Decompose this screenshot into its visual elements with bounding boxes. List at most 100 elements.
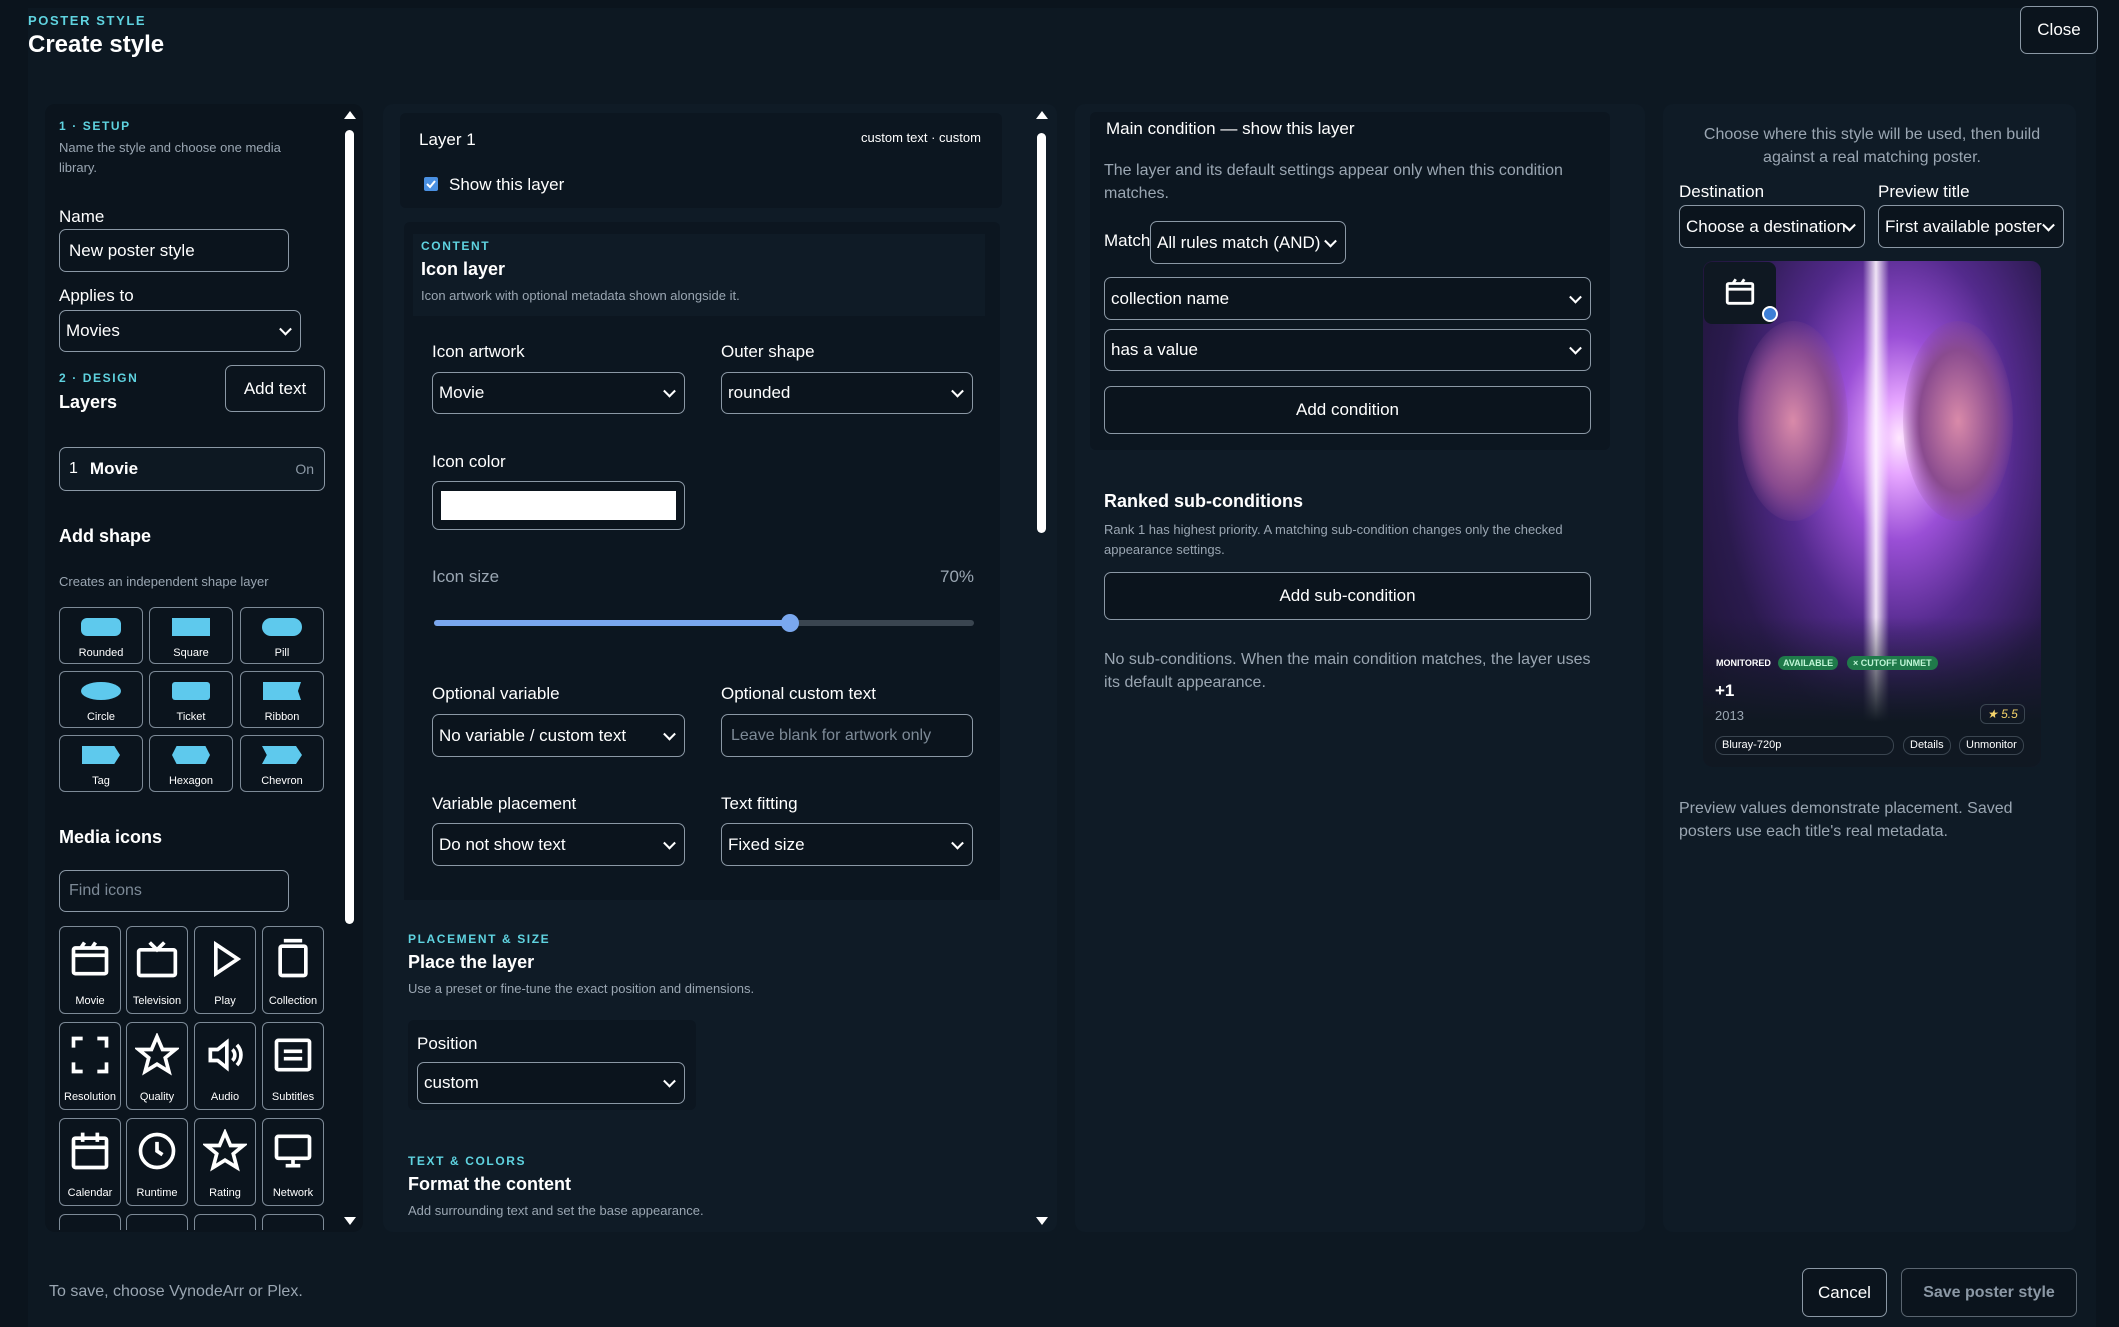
icon-quality-button[interactable]: Quality [126,1022,188,1110]
icon-artwork-select[interactable]: Movie [432,372,685,414]
destination-value: Choose a destination [1686,216,1846,236]
destination-select[interactable]: Choose a destination [1679,205,1865,248]
add-text-button[interactable]: Add text [225,365,325,412]
applies-to-select[interactable]: Movies [59,310,301,352]
condition-field-select[interactable]: collection name [1104,277,1591,320]
text-colors-title: Format the content [408,1174,572,1194]
main-condition-description: The layer and its default settings appea… [1104,162,1563,202]
match-label: Match [1104,231,1151,250]
icon-calendar-button[interactable]: Calendar [59,1118,121,1206]
shape-hexagon-button[interactable]: Hexagon [149,735,233,792]
outer-shape-value: rounded [728,383,791,402]
chevron-shape-icon [262,746,302,764]
position-value: custom [424,1073,479,1092]
text-fitting-select[interactable]: Fixed size [721,823,973,866]
condition-operator-select[interactable]: has a value [1104,329,1591,371]
chevron-down-icon [663,836,676,850]
icon-label: Collection [268,995,318,1007]
scroll-down-arrow-icon[interactable] [1036,1217,1048,1225]
shape-circle-button[interactable]: Circle [59,671,143,728]
empty-sub-conditions-text: No sub-conditions. When the main conditi… [1104,651,1591,691]
scroll-up-arrow-icon[interactable] [344,111,356,119]
poster-unmonitor-button[interactable]: Unmonitor [1959,736,2024,755]
chevron-down-icon [663,1074,676,1088]
icon-network-button[interactable]: Network [262,1118,324,1206]
preview-intro: Choose where this style will be used, th… [1703,126,2041,166]
chevron-down-icon [663,384,676,398]
layer-index: 1 [69,460,78,477]
preview-title-select[interactable]: First available poster [1878,205,2064,248]
layer-list-item[interactable]: 1 Movie On [59,447,325,491]
check-icon [426,180,436,189]
condition-field-value: collection name [1111,288,1230,308]
content-description: Icon artwork with optional metadata show… [421,288,740,303]
scroll-down-arrow-icon[interactable] [344,1217,356,1225]
icon-rating-button[interactable]: Rating [194,1118,256,1206]
shape-label: Ribbon [264,711,300,723]
shape-ribbon-button[interactable]: Ribbon [240,671,324,728]
layer-title: Layer 1 [419,130,476,149]
icon-label: Rating [209,1187,241,1199]
close-button[interactable]: Close [2020,6,2098,54]
tag-shape-icon [82,746,120,764]
applies-to-label: Applies to [59,286,134,305]
find-icons-input[interactable]: Find icons [59,870,289,912]
optional-variable-value: No variable / custom text [439,725,627,745]
shape-label: Tag [92,775,110,787]
match-select[interactable]: All rules match (AND) [1150,221,1346,264]
shape-square-button[interactable]: Square [149,607,233,664]
poster-details-button[interactable]: Details [1903,736,1951,755]
shape-tag-button[interactable]: Tag [59,735,143,792]
text-fitting-value: Fixed size [728,834,805,854]
style-name-input[interactable]: New poster style [59,229,289,272]
layer-handle[interactable] [1762,306,1778,322]
outer-shape-select[interactable]: rounded [721,372,973,414]
ranked-description: Rank 1 has highest priority. A matching … [1104,522,1563,557]
shape-ticket-button[interactable]: Ticket [149,671,233,728]
show-layer-checkbox[interactable] [424,177,438,191]
variable-placement-select[interactable]: Do not show text [432,823,685,866]
text-colors-kicker: TEXT & COLORS [408,1154,527,1168]
setup-scrollbar-thumb[interactable] [345,130,354,924]
chevron-down-icon [951,836,964,850]
poster-year: 2013 [1715,708,1744,723]
position-select[interactable]: custom [417,1062,685,1104]
calendar-icon [71,1132,109,1170]
icon-subtitles-button[interactable]: Subtitles [262,1022,324,1110]
collection-icon [278,938,308,978]
icon-resolution-button[interactable]: Resolution [59,1022,121,1110]
shape-rounded-button[interactable]: Rounded [59,607,143,664]
placement-kicker: PLACEMENT & SIZE [408,932,551,946]
name-label: Name [59,207,105,226]
icon-collection-button[interactable]: Collection [262,926,324,1014]
add-condition-button[interactable]: Add condition [1104,386,1591,434]
text-colors-description: Add surrounding text and set the base ap… [408,1203,704,1218]
hexagon-shape-icon [172,746,210,764]
pill-shape-icon [262,618,302,636]
icon-movie-button[interactable]: Movie [59,926,121,1014]
chevron-down-icon [951,384,964,398]
optional-variable-select[interactable]: No variable / custom text [432,714,685,757]
icon-play-button[interactable]: Play [194,926,256,1014]
main-condition-title: Main condition — show this layer [1106,119,1355,138]
shape-label: Rounded [78,647,124,659]
icon-label: Movie [75,995,105,1007]
icon-television-button[interactable]: Television [126,926,188,1014]
icon-color-picker[interactable] [432,481,685,530]
editor-scrollbar-thumb[interactable] [1037,133,1046,533]
save-poster-style-button[interactable]: Save poster style [1901,1268,2077,1317]
shape-chevron-button[interactable]: Chevron [240,735,324,792]
scroll-up-arrow-icon[interactable] [1036,111,1048,119]
add-sub-condition-button[interactable]: Add sub-condition [1104,572,1591,620]
cancel-button[interactable]: Cancel [1802,1268,1887,1317]
content-title: Icon layer [421,259,506,279]
custom-text-input[interactable]: Leave blank for artwork only [721,714,973,757]
icon-runtime-button[interactable]: Runtime [126,1118,188,1206]
icon-size-slider[interactable] [434,614,974,632]
resolution-icon [71,1036,109,1074]
icon-audio-button[interactable]: Audio [194,1022,256,1110]
icon-size-value: 70% [940,567,975,586]
poster-cutoff-badge: × CUTOFF UNMET [1847,656,1938,670]
shape-pill-button[interactable]: Pill [240,607,324,664]
shape-label: Hexagon [168,775,214,787]
